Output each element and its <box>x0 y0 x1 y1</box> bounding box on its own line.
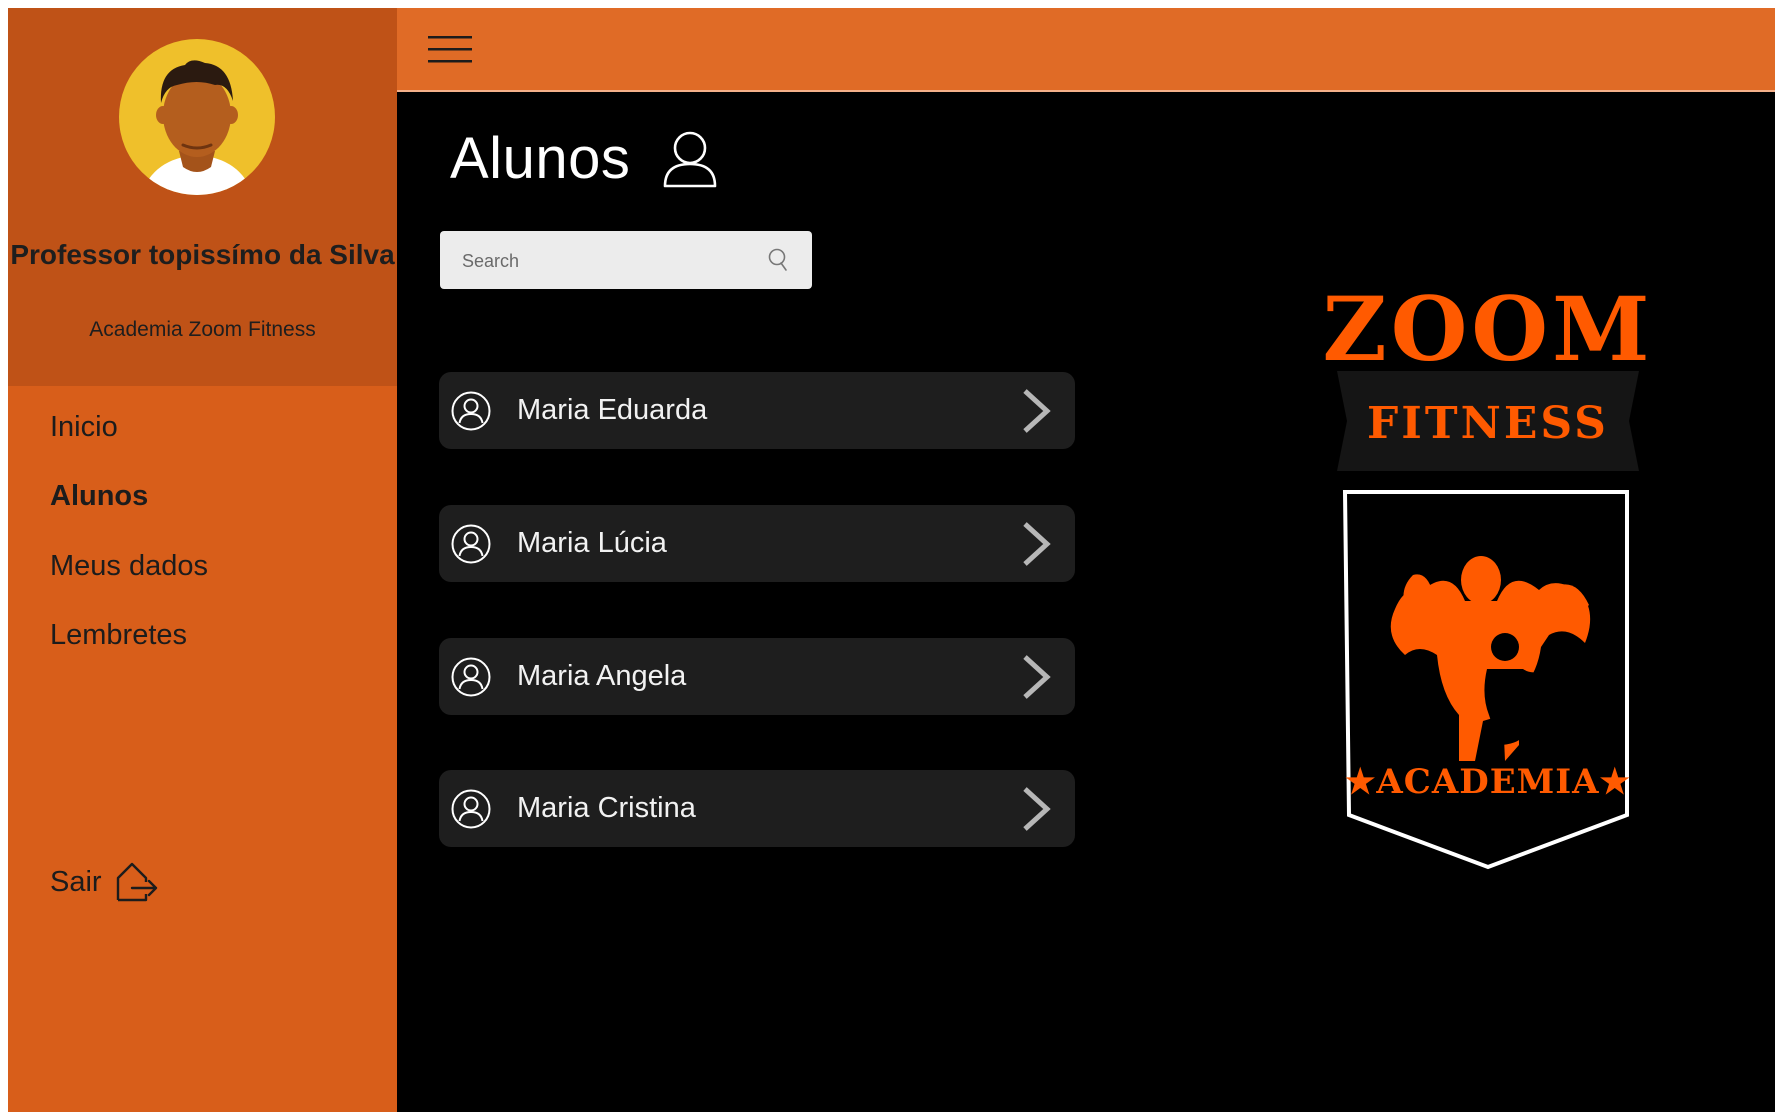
chevron-right-icon[interactable] <box>1017 387 1053 435</box>
gym-name: Academia Zoom Fitness <box>89 318 316 341</box>
nav-item-meus-dados[interactable]: Meus dados <box>50 550 208 583</box>
main-content: Alunos Maria Eduarda <box>397 92 1775 1112</box>
page-title-text: Alunos <box>450 126 631 191</box>
student-name: Maria Angela <box>517 660 687 692</box>
nav-item-lembretes[interactable]: Lembretes <box>50 619 187 652</box>
user-outline-icon <box>664 131 717 187</box>
user-circle-icon <box>451 391 491 431</box>
zoom-fitness-logo: ZOOM FITNESS ★ACADEMIA★ <box>1323 277 1653 870</box>
student-row[interactable]: Maria Angela <box>439 638 1075 715</box>
student-row[interactable]: Maria Cristina <box>439 770 1075 847</box>
search-box <box>440 231 812 289</box>
student-name: Maria Lúcia <box>517 527 667 559</box>
chevron-right-icon[interactable] <box>1017 653 1053 701</box>
search-icon[interactable] <box>765 247 791 273</box>
hamburger-menu-icon[interactable] <box>428 34 472 64</box>
student-name: Maria Cristina <box>517 792 696 824</box>
chevron-right-icon[interactable] <box>1017 520 1053 568</box>
logo-text-zoom: ZOOM <box>1323 277 1653 381</box>
page-title: Alunos <box>450 125 718 192</box>
sidebar: Professor topissímo da Silva Academia Zo… <box>8 8 397 1112</box>
logo-text-fitness: FITNESS <box>1367 398 1609 449</box>
student-name: Maria Eduarda <box>517 394 708 426</box>
search-input[interactable] <box>460 245 754 277</box>
app-window: Professor topissímo da Silva Academia Zo… <box>8 8 1775 1112</box>
top-bar <box>397 8 1775 92</box>
nav-item-inicio[interactable]: Inicio <box>50 411 118 444</box>
user-circle-icon <box>451 657 491 697</box>
logout-label: Sair <box>50 865 102 898</box>
profile-panel: Professor topissímo da Silva Academia Zo… <box>8 8 397 386</box>
logout-icon <box>116 862 157 902</box>
student-row[interactable]: Maria Eduarda <box>439 372 1075 449</box>
nav-item-alunos[interactable]: Alunos <box>50 480 148 513</box>
student-row[interactable]: Maria Lúcia <box>439 505 1075 582</box>
user-circle-icon <box>451 789 491 829</box>
user-circle-icon <box>451 524 491 564</box>
avatar <box>119 39 275 195</box>
logo-text-academia: ★ACADEMIA★ <box>1345 762 1631 802</box>
chevron-right-icon[interactable] <box>1017 785 1053 833</box>
professor-name: Professor topissímo da Silva <box>10 239 395 270</box>
logout-button[interactable]: Sair <box>50 860 158 904</box>
